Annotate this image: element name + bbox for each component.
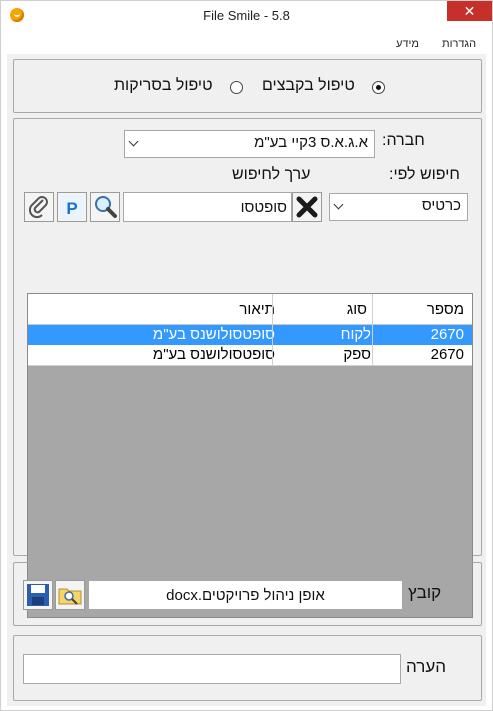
folder-search-icon <box>58 588 82 605</box>
title-bar: File Smile - 5.8 ✕ <box>1 1 492 31</box>
radio-files[interactable] <box>372 81 385 94</box>
paperclip-icon <box>28 196 48 219</box>
col-description-header[interactable]: תיאור <box>239 301 275 318</box>
p-icon: P <box>60 195 84 219</box>
file-input[interactable] <box>88 580 403 610</box>
file-input-field[interactable] <box>89 581 402 609</box>
search-by-select[interactable]: כרטיס <box>329 193 468 221</box>
chevron-down-icon <box>128 136 139 147</box>
parking-p-button[interactable]: P <box>57 192 87 222</box>
column-divider <box>372 294 373 365</box>
col-number-header[interactable]: מספר <box>427 301 464 318</box>
clear-x-icon <box>296 196 318 218</box>
search-by-label: חיפוש לפי: <box>389 166 460 183</box>
search-group: חברה: א.ג.א.ס 3קיי בע"מ חיפוש לפי: ערך ל… <box>13 118 482 618</box>
company-label: חברה: <box>382 132 425 149</box>
note-group: הערה <box>13 635 482 701</box>
save-icon <box>27 584 49 606</box>
app-window: File Smile - 5.8 ✕ מידע הגדרות טיפול בקב… <box>0 0 493 711</box>
chevron-down-icon <box>333 199 344 210</box>
note-input[interactable] <box>23 654 401 684</box>
company-select-value: א.ג.א.ס 3קיי בע"מ <box>254 134 368 151</box>
file-label: קובץ <box>408 583 442 602</box>
clear-search-button[interactable] <box>292 192 322 222</box>
search-input-field[interactable] <box>124 193 291 221</box>
search-icon <box>95 196 117 218</box>
column-divider <box>272 294 273 365</box>
search-by-select-value: כרטיס <box>421 197 461 214</box>
save-button[interactable] <box>23 580 53 610</box>
table-row[interactable]: 2670 לקוח סופטסולושנס בע"מ <box>28 325 472 345</box>
row-description: סופטסולושנס בע"מ <box>152 346 275 363</box>
search-value-label: ערך לחיפוש <box>232 166 311 183</box>
radio-scans-label[interactable]: טיפול בסריקות <box>114 77 213 95</box>
svg-text:P: P <box>66 199 77 218</box>
main-panel: טיפול בקבצים טיפול בסריקות חברה: א.ג.א.ס… <box>7 54 486 706</box>
col-type-header[interactable]: סוג <box>347 301 367 318</box>
row-type: לקוח <box>340 326 371 343</box>
browse-file-button[interactable] <box>55 580 85 610</box>
menu-bar: מידע הגדרות <box>1 32 492 54</box>
note-label: הערה <box>406 657 447 676</box>
file-group: קובץ <box>13 562 482 626</box>
attach-button[interactable] <box>24 192 54 222</box>
radio-files-label[interactable]: טיפול בקבצים <box>262 77 355 95</box>
row-type: ספק <box>343 346 371 363</box>
row-description: סופטסולושנס בע"מ <box>152 326 275 343</box>
window-title: File Smile - 5.8 <box>203 8 290 23</box>
search-button[interactable] <box>90 192 120 222</box>
note-input-field[interactable] <box>24 655 400 683</box>
menu-info[interactable]: מידע <box>396 38 419 50</box>
row-divider <box>28 365 472 366</box>
search-input[interactable] <box>123 192 292 222</box>
row-number: 2670 <box>430 346 464 363</box>
company-select[interactable]: א.ג.א.ס 3קיי בע"מ <box>124 130 375 158</box>
menu-settings[interactable]: הגדרות <box>442 38 476 50</box>
mode-group: טיפול בקבצים טיפול בסריקות <box>13 59 482 113</box>
radio-scans[interactable] <box>230 81 243 94</box>
row-number: 2670 <box>430 326 464 343</box>
table-row[interactable]: 2670 ספק סופטסולושנס בע"מ <box>28 345 472 365</box>
close-button[interactable]: ✕ <box>447 1 492 21</box>
results-header: מספר סוג תיאור <box>28 294 472 325</box>
